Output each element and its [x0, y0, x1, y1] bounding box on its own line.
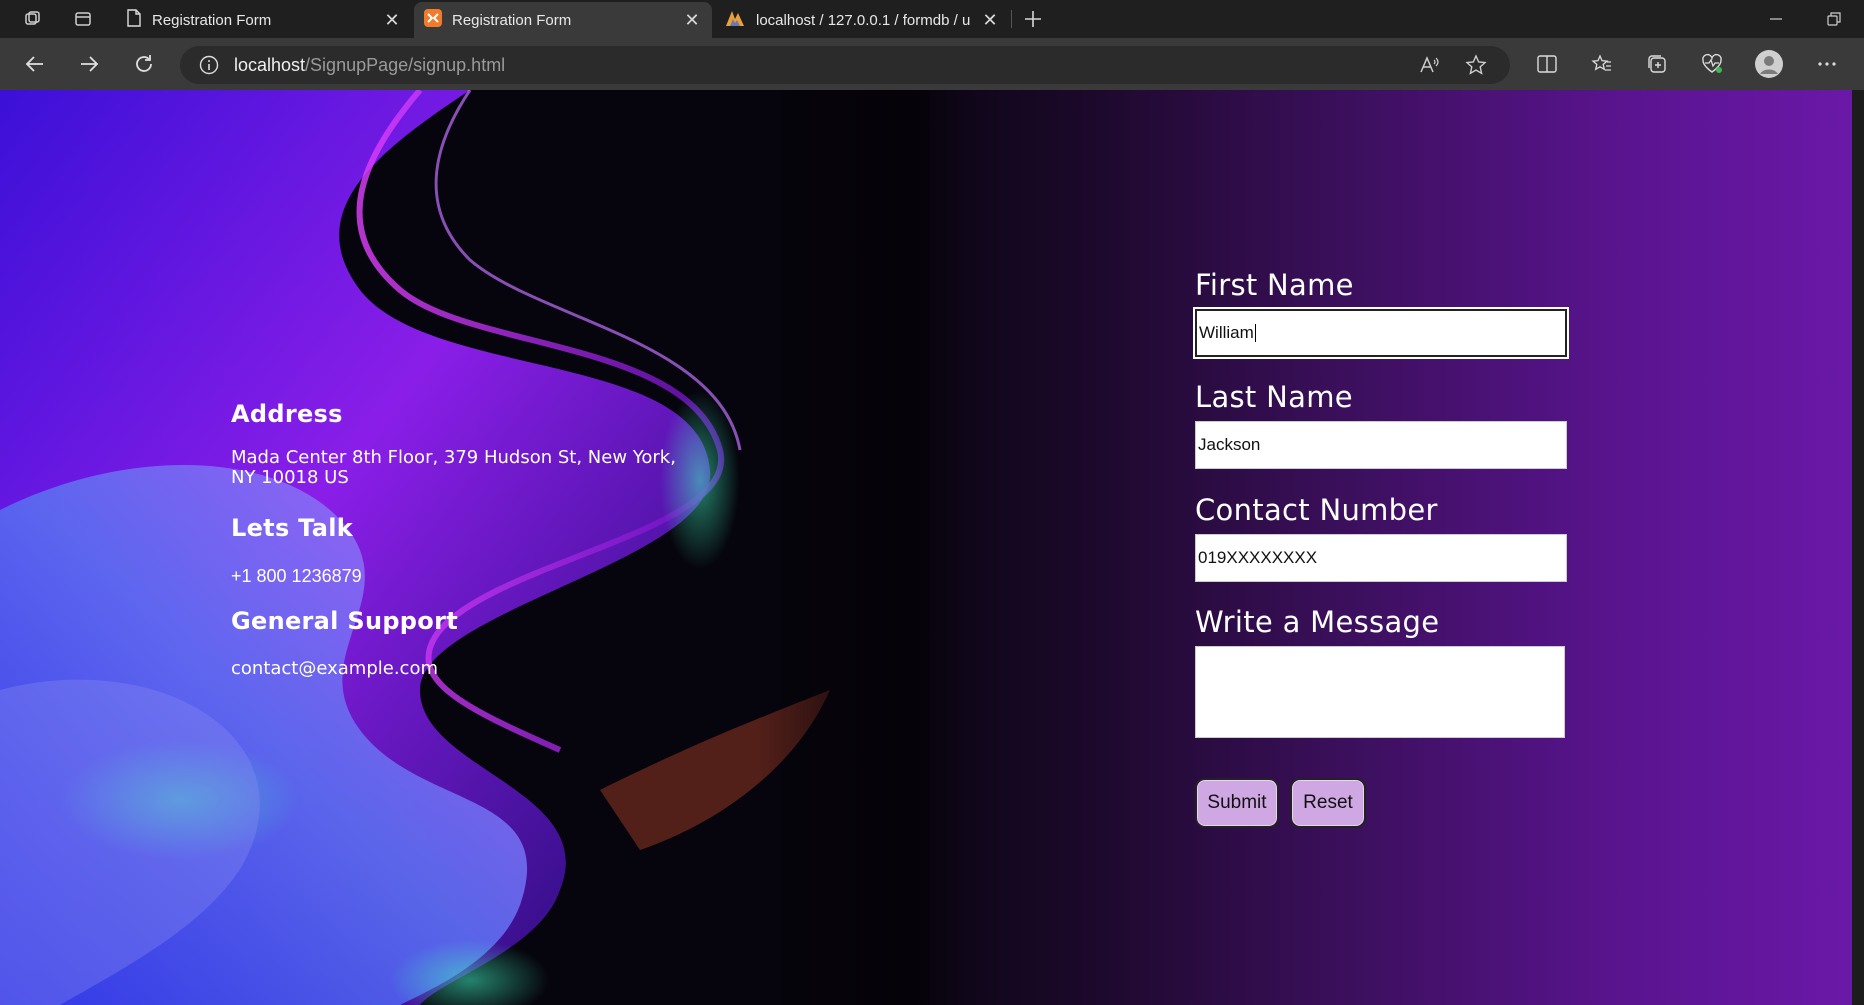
submit-button[interactable]: Submit: [1195, 778, 1279, 828]
read-aloud-icon[interactable]: [1416, 52, 1444, 78]
phpmyadmin-icon: [724, 9, 746, 31]
text-caret: [1254, 324, 1256, 342]
tab-registration-form-1[interactable]: Registration Form ✕: [116, 2, 412, 38]
address-text: Mada Center 8th Floor, 379 Hudson St, Ne…: [231, 448, 731, 488]
close-icon[interactable]: ✕: [682, 10, 702, 31]
browser-essentials-icon[interactable]: [1695, 48, 1729, 80]
first-name-input[interactable]: William: [1193, 307, 1569, 359]
tab-title: localhost / 127.0.0.1 / formdb / u: [756, 11, 971, 29]
last-name-input[interactable]: Jackson: [1195, 421, 1567, 469]
general-support-heading: General Support: [231, 607, 458, 635]
address-bar[interactable]: localhost/SignupPage/signup.html: [180, 46, 1510, 84]
url-text[interactable]: localhost/SignupPage/signup.html: [234, 55, 505, 76]
address-heading: Address: [231, 400, 343, 428]
forward-icon[interactable]: [72, 48, 106, 80]
scrollbar[interactable]: [1852, 90, 1864, 1005]
minimize-icon[interactable]: [1756, 4, 1796, 34]
workspaces-icon[interactable]: [18, 6, 48, 32]
message-label: Write a Message: [1195, 605, 1440, 639]
site-info-icon[interactable]: [196, 52, 222, 78]
profile-avatar[interactable]: [1752, 48, 1786, 80]
browser-toolbar: localhost/SignupPage/signup.html: [0, 38, 1864, 90]
favorites-icon[interactable]: [1585, 48, 1619, 80]
tab-divider: [1011, 10, 1012, 28]
tab-title: Registration Form: [152, 11, 272, 29]
last-name-label: Last Name: [1195, 380, 1353, 414]
close-icon[interactable]: ✕: [382, 10, 402, 31]
contact-number-input[interactable]: 019XXXXXXXX: [1195, 534, 1567, 582]
new-tab-button[interactable]: [1018, 6, 1048, 32]
background-fade: [760, 90, 980, 1005]
message-textarea[interactable]: [1195, 646, 1565, 738]
phone-number: +1 800 1236879: [231, 566, 362, 586]
tab-phpmyadmin[interactable]: localhost / 127.0.0.1 / formdb / u ✕: [714, 2, 1010, 38]
split-screen-icon[interactable]: [1530, 48, 1564, 80]
reset-button[interactable]: Reset: [1290, 778, 1366, 828]
favorite-star-icon[interactable]: [1462, 52, 1490, 78]
last-name-value: Jackson: [1198, 435, 1261, 454]
back-icon[interactable]: [18, 48, 52, 80]
page-viewport: Address Mada Center 8th Floor, 379 Hudso…: [0, 90, 1852, 1005]
more-options-icon[interactable]: [1810, 48, 1844, 80]
tab-registration-form-2[interactable]: Registration Form ✕: [414, 2, 712, 38]
tab-actions-icon[interactable]: [68, 6, 98, 32]
xampp-icon: [424, 9, 442, 31]
tab-strip: Registration Form ✕ Registration Form ✕ …: [0, 0, 1864, 38]
close-icon[interactable]: ✕: [980, 10, 1000, 31]
lets-talk-heading: Lets Talk: [231, 514, 354, 542]
url-host: localhost: [234, 54, 306, 75]
address-line-2: NY 10018 US: [231, 467, 349, 488]
first-name-label: First Name: [1195, 268, 1354, 302]
contact-number-value: 019XXXXXXXX: [1198, 548, 1318, 567]
tab-title: Registration Form: [452, 11, 572, 29]
restore-icon[interactable]: [1814, 4, 1854, 34]
url-path: /SignupPage/signup.html: [305, 54, 506, 75]
contact-number-label: Contact Number: [1195, 493, 1438, 527]
support-email[interactable]: contact@example.com: [231, 659, 438, 679]
first-name-value: William: [1199, 323, 1254, 342]
page-icon: [126, 9, 142, 31]
refresh-icon[interactable]: [127, 48, 161, 80]
collections-icon[interactable]: [1640, 48, 1674, 80]
address-line-1: Mada Center 8th Floor, 379 Hudson St, Ne…: [231, 447, 676, 468]
